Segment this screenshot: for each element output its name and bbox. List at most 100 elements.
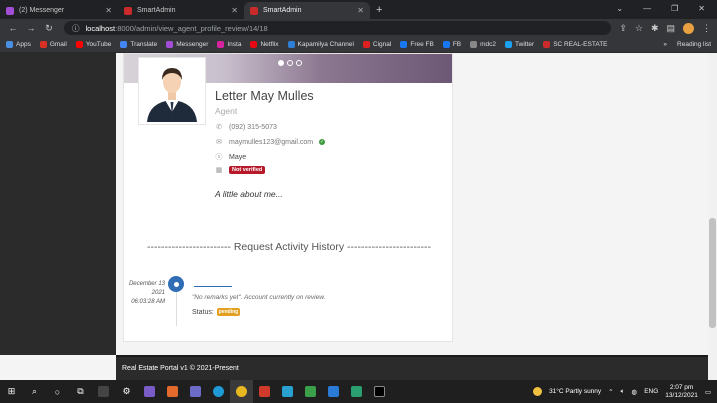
tab-search-icon[interactable]: ⌄ — [616, 4, 623, 13]
page-scrollbar[interactable] — [708, 53, 717, 380]
bookmark-label: Kapamilya Channel — [297, 41, 354, 48]
weather-icon — [533, 387, 543, 396]
close-icon[interactable]: ✕ — [231, 6, 238, 15]
bookmarks-bar: Apps Gmail YouTube Translate Messenger Insta N… — [0, 37, 717, 53]
close-icon[interactable]: ✕ — [357, 6, 364, 15]
bookmark-label: Insta — [227, 41, 242, 48]
minimize-icon[interactable]: — — [643, 4, 651, 13]
terminal-icon[interactable] — [368, 380, 391, 403]
info-icon: ⓘ — [72, 23, 80, 33]
tab-messenger[interactable]: (2) Messenger ✕ — [0, 2, 118, 19]
bookmark-item[interactable]: Free FB — [400, 41, 434, 48]
share-icon[interactable]: ⇪ — [619, 23, 627, 34]
bookmark-item[interactable]: YouTube — [75, 41, 111, 48]
bookmark-favicon-icon — [442, 41, 450, 48]
bookmark-item[interactable]: Apps — [6, 41, 31, 48]
reading-mode-icon[interactable]: ▤ — [666, 23, 675, 34]
restore-icon[interactable]: ❐ — [671, 4, 678, 13]
app-icon[interactable] — [92, 380, 115, 403]
volume-icon[interactable]: 🔈︎ — [621, 388, 625, 396]
chevron-up-icon[interactable]: ⌃ — [608, 388, 613, 396]
smartadmin-icon — [250, 6, 258, 15]
network-icon[interactable]: ◍ — [632, 388, 638, 396]
timeline-date: December 13 2021 06:03:28 AM — [124, 280, 165, 307]
envelope-icon: ✉ — [216, 139, 222, 146]
bookmark-item[interactable]: Twitter — [505, 41, 534, 48]
language-indicator[interactable]: ENG — [644, 388, 658, 395]
agent-role: Agent — [215, 106, 238, 116]
bookmark-favicon-icon — [120, 41, 128, 48]
reload-icon[interactable]: ↻ — [42, 23, 56, 34]
app-icon[interactable] — [253, 380, 276, 403]
bookmark-item[interactable]: Insta — [217, 41, 241, 48]
edge-icon[interactable] — [207, 380, 230, 403]
bookmark-item[interactable]: Netflix — [250, 41, 279, 48]
bookmark-item[interactable]: Gmail — [39, 41, 67, 48]
tab-smartadmin-1[interactable]: SmartAdmin ✕ — [118, 2, 244, 19]
close-icon[interactable]: ✕ — [105, 6, 112, 15]
carousel-dot[interactable] — [278, 60, 284, 66]
cortana-icon[interactable]: ○ — [46, 380, 69, 403]
clock-date: 13/12/2021 — [665, 391, 698, 399]
clock[interactable]: 2:07 pm 13/12/2021 — [665, 384, 698, 400]
extensions-icon[interactable]: ✱ — [651, 23, 659, 34]
reading-list-button[interactable]: Reading list — [677, 41, 711, 48]
bookmark-item[interactable]: Kapamilya Channel — [287, 41, 354, 48]
bookmark-star-icon[interactable]: ☆ — [635, 23, 643, 34]
verified-check-icon: ✓ — [319, 139, 326, 145]
carousel-dot[interactable] — [296, 60, 302, 66]
profile-avatar[interactable] — [683, 22, 694, 34]
bookmarks-overflow[interactable]: » — [663, 41, 667, 48]
chrome-icon[interactable] — [230, 380, 253, 403]
agent-skype: Maye — [229, 153, 247, 161]
bookmark-item[interactable]: Translate — [120, 41, 157, 48]
agent-email[interactable]: maymulles123@gmail.com — [229, 139, 313, 146]
app-icon[interactable] — [138, 380, 161, 403]
agent-name: Letter May Mulles — [215, 89, 314, 103]
bookmark-item[interactable]: mdc2 — [470, 41, 496, 48]
search-icon[interactable]: ⌕ — [23, 380, 46, 403]
app-icon[interactable] — [184, 380, 207, 403]
task-view-icon[interactable]: ⧉ — [69, 380, 92, 403]
app-icon[interactable] — [299, 380, 322, 403]
bookmark-item[interactable]: SC REAL-ESTATE — [543, 41, 608, 48]
app-icon[interactable] — [161, 380, 184, 403]
bookmark-item[interactable]: FB — [442, 41, 462, 48]
notification-icon[interactable]: ▭ — [705, 388, 711, 396]
forward-icon[interactable]: → — [24, 23, 38, 33]
new-tab-button[interactable]: + — [376, 4, 382, 19]
bookmark-favicon-icon — [505, 41, 513, 48]
back-icon[interactable]: ← — [6, 23, 20, 33]
smartadmin-icon — [124, 6, 132, 15]
bookmark-favicon-icon — [287, 41, 295, 48]
bookmark-favicon-icon — [166, 41, 174, 48]
verification-row: ▦ Not verified — [215, 166, 266, 174]
scrollbar-thumb[interactable] — [709, 218, 716, 328]
vscode-icon[interactable] — [322, 380, 345, 403]
bookmark-favicon-icon — [400, 41, 408, 48]
bookmark-label: Translate — [130, 41, 158, 48]
bookmark-label: FB — [452, 41, 462, 48]
tab-label: (2) Messenger — [19, 7, 65, 14]
status-badge: pending — [216, 308, 241, 316]
weather-text[interactable]: 31°C Partly sunny — [549, 388, 601, 395]
carousel-indicators — [278, 60, 302, 66]
main-content: Letter May Mulles Agent ✆ (092) 315-5073… — [116, 53, 708, 355]
tab-smartadmin-active[interactable]: SmartAdmin ✕ — [244, 2, 370, 19]
bookmark-label: Free FB — [410, 41, 434, 48]
carousel-dot[interactable] — [287, 60, 293, 66]
bookmark-item[interactable]: Cignal — [362, 41, 391, 48]
date-line2: 2021 — [151, 290, 165, 296]
url-input[interactable]: ⓘ localhost:8000/admin/view_agent_profil… — [64, 21, 612, 35]
date-line1: December 13 — [128, 281, 165, 287]
app-icon[interactable] — [345, 380, 368, 403]
timeline-heading-link[interactable] — [194, 286, 232, 287]
settings-gear-icon[interactable]: ⚙ — [115, 380, 138, 403]
app-icon[interactable] — [276, 380, 299, 403]
bookmark-item[interactable]: Messenger — [166, 41, 208, 48]
menu-icon[interactable]: ⋮ — [702, 23, 711, 34]
page-viewport: Letter May Mulles Agent ✆ (092) 315-5073… — [0, 53, 717, 380]
close-window-icon[interactable]: ✕ — [698, 4, 705, 13]
bookmark-favicon-icon — [362, 41, 370, 48]
windows-start-icon[interactable]: ⊞ — [0, 380, 23, 403]
